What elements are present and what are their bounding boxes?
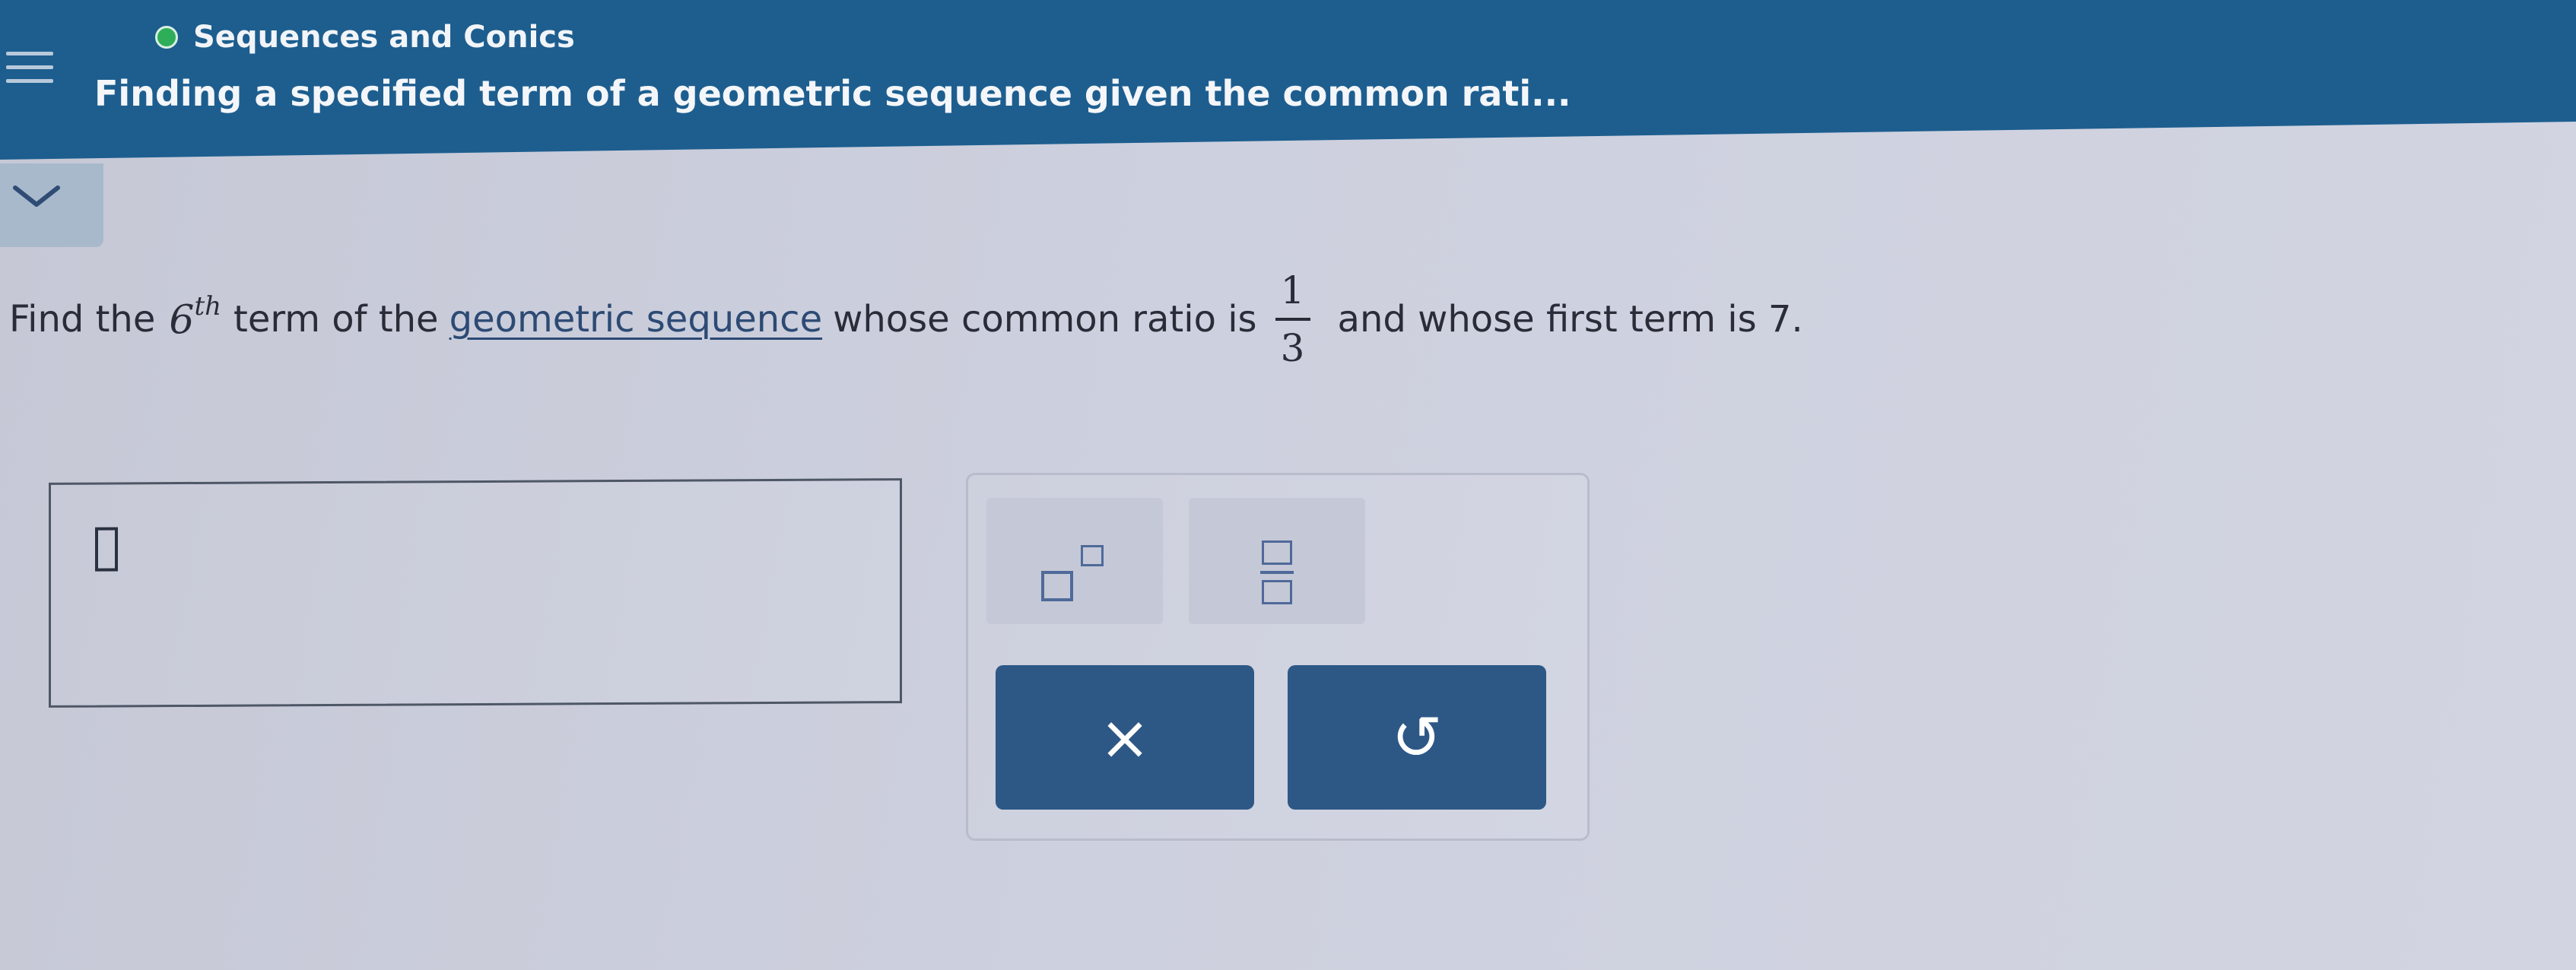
undo-button[interactable]: ↺ <box>1288 665 1546 810</box>
menu-icon[interactable] <box>0 44 59 105</box>
question-part2: term of the <box>233 298 439 341</box>
math-keypad: × ↺ <box>966 473 1590 841</box>
lesson-title[interactable]: Finding a specified term of a geometric … <box>94 73 1571 114</box>
geometric-sequence-link[interactable]: geometric sequence <box>449 298 823 341</box>
question-part3: whose common ratio is <box>833 298 1257 341</box>
ratio-fraction: 1 3 <box>1275 266 1310 372</box>
term-superscript: th <box>194 290 222 322</box>
ratio-numerator: 1 <box>1280 268 1305 312</box>
question-text: Find the 6th term of the geometric seque… <box>9 258 1803 380</box>
status-dot-icon <box>155 26 178 49</box>
undo-icon: ↺ <box>1391 702 1443 773</box>
collapse-toggle-button[interactable] <box>0 163 103 247</box>
fraction-button[interactable] <box>1189 498 1365 624</box>
term-base: 6 <box>169 297 195 344</box>
clear-button[interactable]: × <box>996 665 1254 810</box>
ratio-denominator: 3 <box>1280 326 1305 370</box>
term-ordinal: 6th <box>169 291 221 344</box>
chevron-down-icon <box>13 185 60 207</box>
question-part4: and whose first term is 7. <box>1337 298 1803 341</box>
topic-title: Sequences and Conics <box>193 20 575 55</box>
question-part1: Find the <box>9 298 156 341</box>
fraction-bar <box>1275 318 1310 321</box>
answer-input[interactable] <box>49 478 902 708</box>
exponent-button[interactable] <box>986 498 1163 624</box>
input-cursor-placeholder <box>95 527 118 572</box>
close-icon: × <box>1099 702 1151 773</box>
